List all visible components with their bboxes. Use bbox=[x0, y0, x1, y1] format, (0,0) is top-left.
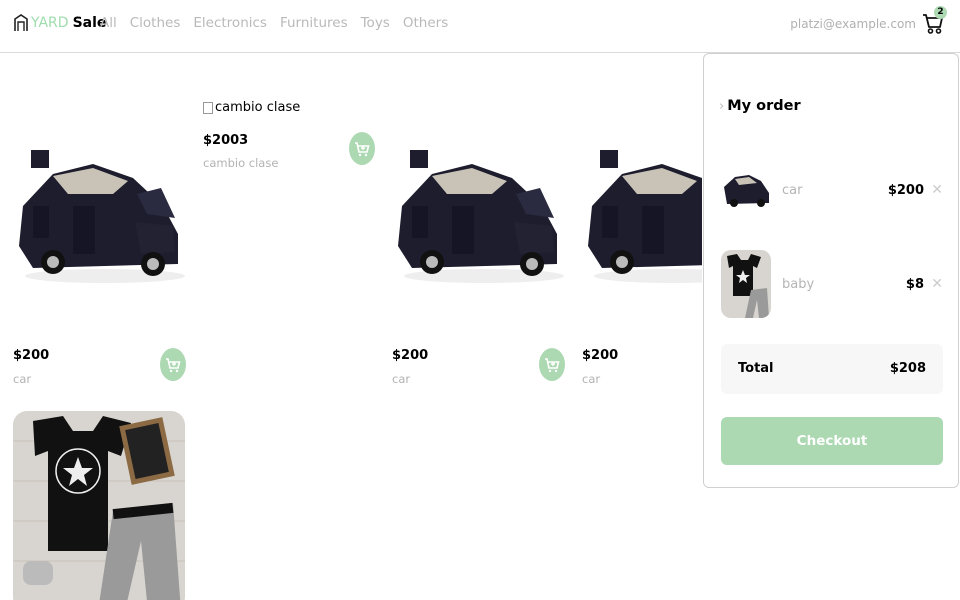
menu-item-clothes[interactable]: Clothes bbox=[130, 15, 181, 31]
add-cart-icon bbox=[355, 141, 370, 156]
product-image-baby[interactable] bbox=[13, 411, 185, 600]
add-cart-icon bbox=[545, 357, 560, 372]
order-item-name: baby bbox=[782, 277, 815, 292]
add-to-cart-button[interactable] bbox=[539, 348, 565, 381]
user-email[interactable]: platzi@example.com bbox=[790, 17, 916, 31]
product-name: car bbox=[582, 372, 601, 386]
product-image-car[interactable] bbox=[13, 136, 185, 308]
product-price: $200 bbox=[392, 348, 429, 363]
image-alt-text: cambio clase bbox=[215, 100, 301, 115]
total-value: $208 bbox=[889, 361, 926, 376]
my-order-panel: › My order car $200 ✕ baby $8 ✕ Total $2… bbox=[703, 53, 959, 488]
navbar: YARD Sale All Clothes Electronics Furnit… bbox=[0, 0, 960, 53]
house-icon bbox=[14, 14, 28, 31]
product-name: car bbox=[392, 372, 411, 386]
broken-image-icon bbox=[203, 101, 213, 114]
order-item: baby $8 ✕ bbox=[721, 250, 943, 318]
add-to-cart-button[interactable] bbox=[160, 348, 186, 381]
menu-item-electronics[interactable]: Electronics bbox=[193, 15, 267, 31]
add-cart-icon bbox=[166, 357, 181, 372]
menu-item-toys[interactable]: Toys bbox=[361, 15, 390, 31]
product-name: car bbox=[13, 372, 32, 386]
product-price: $200 bbox=[582, 348, 619, 363]
order-item-price: $8 bbox=[905, 277, 924, 292]
order-item-image-baby bbox=[721, 250, 771, 318]
menu-item-all[interactable]: All bbox=[100, 15, 117, 31]
order-item-image-car bbox=[721, 157, 771, 225]
remove-item-icon[interactable]: ✕ bbox=[931, 276, 943, 292]
broken-image[interactable]: cambio clase bbox=[203, 100, 300, 115]
product-card[interactable]: $200 car bbox=[582, 136, 702, 396]
product-image-car[interactable] bbox=[392, 136, 564, 308]
product-image-car[interactable] bbox=[582, 136, 702, 308]
remove-item-icon[interactable]: ✕ bbox=[931, 182, 943, 198]
cart-count-badge: 2 bbox=[934, 6, 947, 19]
menu-item-others[interactable]: Others bbox=[403, 15, 448, 31]
add-to-cart-button[interactable] bbox=[349, 132, 375, 165]
checkout-button[interactable]: Checkout bbox=[721, 417, 943, 465]
order-total: Total $208 bbox=[721, 344, 943, 394]
order-item-price: $200 bbox=[887, 183, 924, 198]
menu-item-furnitures[interactable]: Furnitures bbox=[280, 15, 348, 31]
order-item-name: car bbox=[782, 183, 803, 198]
logo-yard-text: YARD bbox=[31, 15, 69, 31]
product-price: $200 bbox=[13, 348, 50, 363]
chevron-left-icon[interactable]: › bbox=[719, 99, 724, 114]
product-card[interactable] bbox=[13, 411, 185, 600]
product-price: $2003 bbox=[203, 133, 249, 148]
total-label: Total bbox=[738, 361, 774, 376]
category-menu: All Clothes Electronics Furnitures Toys … bbox=[100, 15, 461, 31]
order-header: › My order bbox=[719, 98, 801, 114]
product-name: cambio clase bbox=[203, 156, 279, 170]
order-item: car $200 ✕ bbox=[721, 157, 943, 225]
logo[interactable]: YARD Sale bbox=[13, 12, 106, 34]
cart-button[interactable]: 2 bbox=[922, 6, 947, 35]
order-title: My order bbox=[727, 98, 801, 114]
